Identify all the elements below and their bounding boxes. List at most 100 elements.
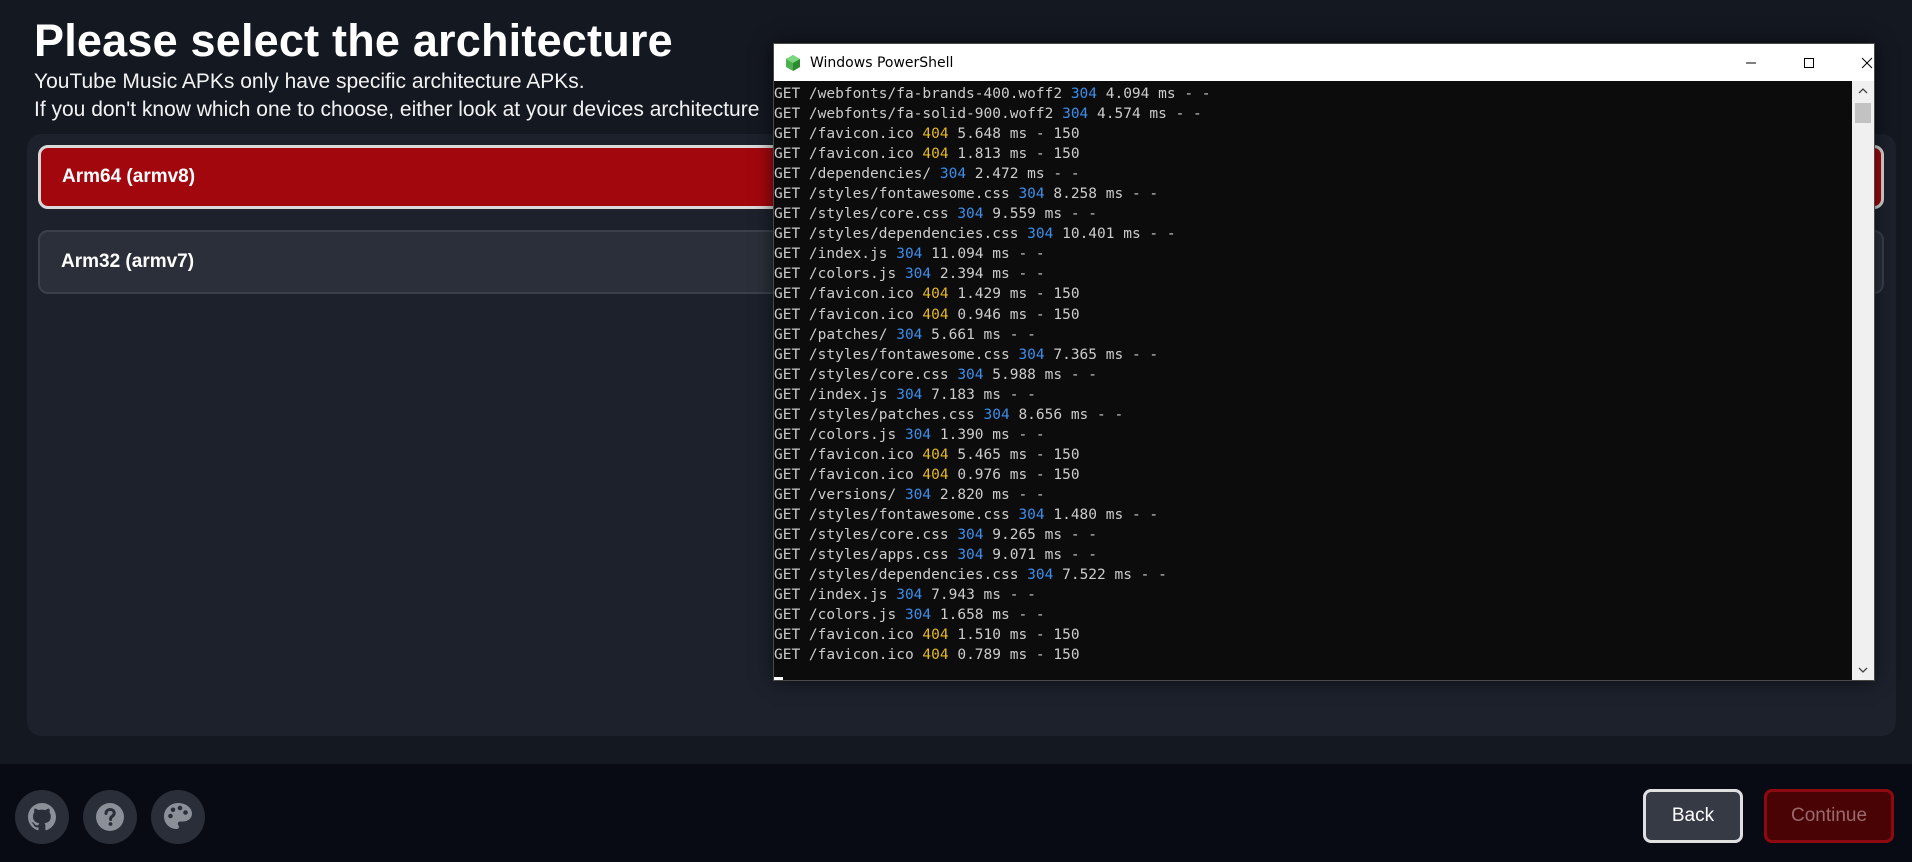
log-line: GET /styles/patches.css 304 8.656 ms - -	[774, 405, 1852, 425]
log-timing: 7.943 ms - -	[922, 587, 1036, 604]
header: Please select the architecture YouTube M…	[34, 14, 759, 124]
question-icon	[96, 803, 124, 831]
log-request: GET /index.js	[774, 587, 897, 604]
log-status-code: 404	[922, 306, 949, 323]
scrollbar-thumb[interactable]	[1855, 103, 1871, 123]
github-button[interactable]	[15, 790, 69, 844]
log-status-code: 304	[896, 587, 923, 604]
log-timing: 2.820 ms - -	[931, 486, 1045, 503]
log-timing: 7.183 ms - -	[922, 386, 1036, 403]
log-status-code: 304	[957, 206, 984, 223]
log-line: GET /favicon.ico 404 0.976 ms - 150	[774, 465, 1852, 485]
log-timing: 4.574 ms - -	[1088, 106, 1202, 123]
log-request: GET /index.js	[774, 386, 897, 403]
log-request: GET /favicon.ico	[774, 627, 923, 644]
log-status-code: 304	[1018, 186, 1045, 203]
log-request: GET /versions/	[774, 486, 905, 503]
log-line: GET /patches/ 304 5.661 ms - -	[774, 325, 1852, 345]
log-timing: 5.661 ms - -	[922, 326, 1036, 343]
log-request: GET /styles/fontawesome.css	[774, 186, 1019, 203]
log-status-code: 404	[922, 647, 949, 664]
log-status-code: 304	[1027, 226, 1054, 243]
page-title: Please select the architecture	[34, 15, 673, 66]
powershell-titlebar[interactable]: Windows PowerShell	[774, 44, 1874, 81]
log-request: GET /colors.js	[774, 607, 905, 624]
log-line: GET /colors.js 304 1.658 ms - -	[774, 605, 1852, 625]
log-timing: 1.390 ms - -	[931, 426, 1045, 443]
log-line: GET /styles/core.css 304 5.988 ms - -	[774, 365, 1852, 385]
log-status-code: 404	[922, 126, 949, 143]
log-line: GET /favicon.ico 404 1.510 ms - 150	[774, 625, 1852, 645]
log-request: GET /dependencies/	[774, 166, 940, 183]
log-line: GET /styles/core.css 304 9.559 ms - -	[774, 204, 1852, 224]
console-scrollbar[interactable]	[1852, 81, 1874, 680]
log-line: GET /favicon.ico 404 5.465 ms - 150	[774, 445, 1852, 465]
log-status-code: 304	[896, 386, 923, 403]
log-request: GET /favicon.ico	[774, 286, 923, 303]
log-line: GET /styles/dependencies.css 304 7.522 m…	[774, 565, 1852, 585]
chevron-up-icon	[1858, 88, 1868, 94]
theme-button[interactable]	[151, 790, 205, 844]
log-timing: 5.988 ms - -	[983, 366, 1098, 383]
log-request: GET /favicon.ico	[774, 466, 923, 483]
log-status-code: 304	[904, 607, 932, 624]
log-timing: 9.265 ms - -	[983, 527, 1098, 544]
log-request: GET /favicon.ico	[774, 146, 923, 163]
chevron-down-icon	[1858, 667, 1868, 673]
log-timing: 0.789 ms - 150	[948, 647, 1080, 664]
log-status-code: 304	[939, 166, 967, 183]
log-request: GET /styles/apps.css	[774, 547, 958, 564]
powershell-window[interactable]: Windows PowerShell GET /webfonts/fa-bran…	[773, 43, 1875, 681]
log-line: GET /favicon.ico 404 1.429 ms - 150	[774, 284, 1852, 304]
log-request: GET /styles/core.css	[774, 206, 958, 223]
log-timing: 9.559 ms - -	[983, 206, 1098, 223]
log-status-code: 304	[1018, 506, 1045, 523]
log-request: GET /patches/	[774, 326, 897, 343]
maximize-button[interactable]	[1780, 44, 1838, 81]
log-request: GET /colors.js	[774, 266, 905, 283]
powershell-title: Windows PowerShell	[810, 54, 954, 71]
log-timing: 5.465 ms - 150	[948, 446, 1080, 463]
scroll-up-button[interactable]	[1852, 81, 1874, 101]
log-line: GET /colors.js 304 1.390 ms - -	[774, 425, 1852, 445]
log-status-code: 304	[1062, 106, 1089, 123]
log-timing: 11.094 ms - -	[922, 246, 1045, 263]
close-button[interactable]	[1838, 44, 1896, 81]
log-line: GET /index.js 304 7.943 ms - -	[774, 585, 1852, 605]
log-line: GET /index.js 304 11.094 ms - -	[774, 244, 1852, 264]
log-status-code: 304	[904, 266, 932, 283]
help-button[interactable]	[83, 790, 137, 844]
minimize-icon	[1746, 62, 1756, 63]
log-status-code: 404	[922, 466, 949, 483]
log-timing: 5.648 ms - 150	[948, 126, 1080, 143]
log-line: GET /favicon.ico 404 1.813 ms - 150	[774, 144, 1852, 164]
log-request: GET /styles/fontawesome.css	[774, 506, 1019, 523]
minimize-button[interactable]	[1722, 44, 1780, 81]
continue-button[interactable]: Continue	[1764, 789, 1894, 843]
log-request: GET /index.js	[774, 246, 897, 263]
log-line: GET /colors.js 304 2.394 ms - -	[774, 264, 1852, 284]
log-status-code: 304	[904, 486, 932, 503]
log-line: GET /styles/fontawesome.css 304 7.365 ms…	[774, 345, 1852, 365]
log-status-code: 304	[904, 426, 932, 443]
log-line: GET /styles/fontawesome.css 304 1.480 ms…	[774, 505, 1852, 525]
log-request: GET /webfonts/fa-solid-900.woff2	[774, 106, 1063, 123]
log-status-code: 304	[957, 527, 984, 544]
log-timing: 1.480 ms - -	[1044, 506, 1159, 523]
palette-icon	[164, 803, 192, 829]
scroll-down-button[interactable]	[1852, 660, 1874, 680]
log-request: GET /styles/core.css	[774, 366, 958, 383]
log-timing: 1.658 ms - -	[931, 607, 1045, 624]
log-timing: 1.813 ms - 150	[948, 146, 1080, 163]
subtitle-line-1: YouTube Music APKs only have specific ar…	[34, 70, 585, 93]
powershell-console[interactable]: GET /webfonts/fa-brands-400.woff2 304 4.…	[774, 81, 1852, 680]
log-request: GET /styles/core.css	[774, 527, 958, 544]
log-timing: 8.656 ms - -	[1009, 406, 1124, 423]
log-line: GET /styles/core.css 304 9.265 ms - -	[774, 525, 1852, 545]
log-timing: 0.976 ms - 150	[948, 466, 1080, 483]
back-button[interactable]: Back	[1643, 789, 1743, 843]
log-timing: 2.394 ms - -	[931, 266, 1045, 283]
log-line: GET /favicon.ico 404 0.946 ms - 150	[774, 305, 1852, 325]
log-status-code: 304	[1027, 567, 1054, 584]
log-status-code: 304	[957, 547, 984, 564]
